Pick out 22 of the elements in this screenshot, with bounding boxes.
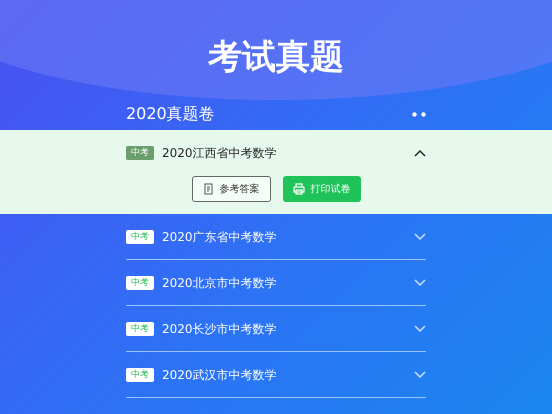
paper-title[interactable]: 2020武汉市中考数学 bbox=[162, 366, 406, 384]
chevron-down-icon bbox=[414, 278, 426, 286]
more-icon[interactable] bbox=[412, 112, 426, 116]
exam-tag: 中考 bbox=[126, 322, 154, 336]
paper-title[interactable]: 2020江西省中考数学 bbox=[162, 144, 406, 162]
exam-tag: 中考 bbox=[126, 146, 154, 160]
exam-tag: 中考 bbox=[126, 276, 154, 290]
exam-tag: 中考 bbox=[126, 230, 154, 244]
chevron-down-icon bbox=[414, 232, 426, 240]
print-button[interactable]: 打印试卷 bbox=[282, 176, 360, 202]
chevron-down-icon bbox=[414, 324, 426, 332]
chevron-down-icon bbox=[414, 370, 426, 378]
section-title: 2020真题卷 bbox=[126, 103, 215, 125]
paper-title[interactable]: 2020长沙市中考数学 bbox=[162, 320, 406, 338]
exam-tag: 中考 bbox=[126, 368, 154, 382]
page-title: 考试真题 bbox=[208, 36, 344, 78]
printer-icon bbox=[292, 183, 304, 195]
document-icon bbox=[202, 183, 214, 195]
paper-title[interactable]: 2020广东省中考数学 bbox=[162, 228, 406, 246]
answer-button[interactable]: 参考答案 bbox=[192, 176, 270, 202]
paper-title[interactable]: 2020北京市中考数学 bbox=[162, 274, 406, 292]
chevron-up-icon bbox=[414, 149, 426, 157]
